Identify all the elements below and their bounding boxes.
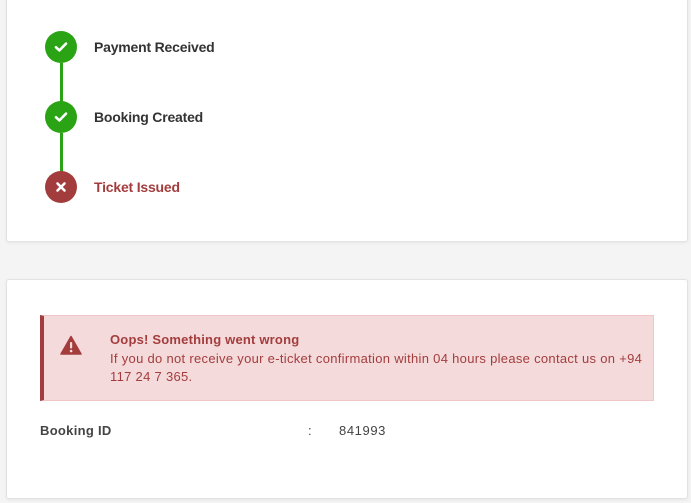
booking-status-card: Payment Received Booking Created Ticket … (6, 0, 688, 242)
booking-id-value: 841993 (339, 423, 386, 438)
status-step-label: Payment Received (94, 39, 215, 55)
x-icon (45, 171, 77, 203)
booking-id-label: Booking ID (40, 423, 112, 438)
timeline-connector (60, 63, 63, 103)
status-step-booking-created: Booking Created (45, 101, 203, 133)
check-icon (45, 101, 77, 133)
booking-id-row: Booking ID : 841993 (40, 423, 660, 441)
warning-triangle-icon (60, 335, 82, 355)
error-alert: Oops! Something went wrong If you do not… (40, 315, 654, 401)
alert-message: If you do not receive your e-ticket conf… (110, 351, 643, 384)
status-step-label: Booking Created (94, 109, 204, 125)
timeline-connector (60, 133, 63, 173)
booking-info-card: Oops! Something went wrong If you do not… (6, 279, 688, 499)
check-icon (45, 31, 77, 63)
alert-title: Oops! Something went wrong (110, 332, 300, 347)
status-timeline: Payment Received Booking Created Ticket … (45, 31, 445, 221)
status-step-ticket-issued: Ticket Issued (45, 171, 180, 203)
status-step-label: Ticket Issued (94, 179, 180, 195)
status-step-payment-received: Payment Received (45, 31, 215, 63)
booking-id-separator: : (308, 423, 312, 438)
